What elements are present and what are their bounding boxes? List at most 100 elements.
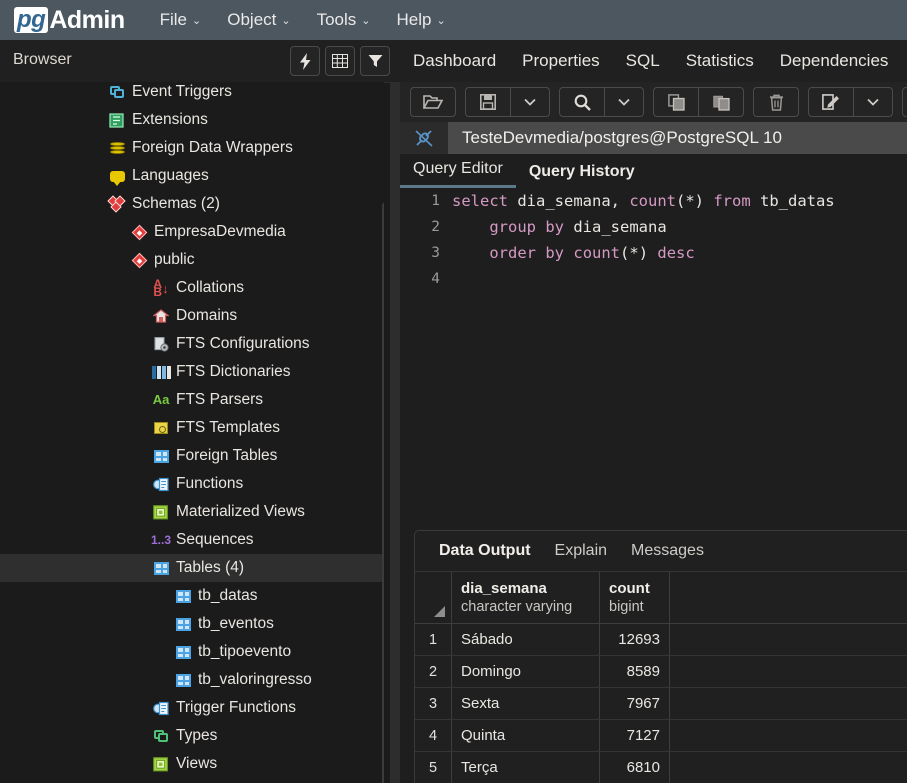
toolbar-group-save: [465, 87, 550, 117]
tree-item-empresadevmedia[interactable]: EmpresaDevmedia: [0, 218, 384, 246]
tree-item-collations[interactable]: A B ↓ Collations: [0, 274, 384, 302]
save-dropdown-caret-icon[interactable]: [511, 87, 550, 117]
tree-item-languages[interactable]: Languages: [0, 162, 384, 190]
edit-icon[interactable]: [808, 87, 854, 117]
tree-item-tb-tipoevento[interactable]: tb_tipoevento: [0, 638, 384, 666]
grid-select-all-cell[interactable]: [415, 572, 452, 623]
tab-dependencies[interactable]: Dependencies: [767, 40, 902, 82]
tab-dashboard[interactable]: Dashboard: [400, 40, 509, 82]
row-number[interactable]: 3: [415, 688, 452, 719]
tree-item-materialized-views[interactable]: Materialized Views: [0, 498, 384, 526]
menu-tools[interactable]: Tools ⌄: [308, 7, 380, 33]
row-number[interactable]: 4: [415, 720, 452, 751]
tree-item-event-triggers[interactable]: Event Triggers: [0, 82, 384, 106]
table-row[interactable]: 1 Sábado 12693: [415, 624, 907, 656]
tab-explain[interactable]: Explain: [543, 542, 619, 560]
table-row[interactable]: 3 Sexta 7967: [415, 688, 907, 720]
tree-item-fts-configurations[interactable]: FTS Configurations: [0, 330, 384, 358]
cell-dia-semana[interactable]: Sexta: [452, 688, 600, 719]
menu-file[interactable]: File ⌄: [151, 7, 211, 33]
sql-line-text[interactable]: group by dia_semana: [452, 218, 666, 236]
sql-editor[interactable]: 1 select dia_semana, count(*) from tb_dat…: [400, 188, 907, 518]
tree-item-extensions[interactable]: Extensions: [0, 106, 384, 134]
cell-count[interactable]: 8589: [600, 656, 670, 687]
tab-sql[interactable]: SQL: [613, 40, 673, 82]
cell-count[interactable]: 12693: [600, 624, 670, 655]
result-grid[interactable]: dia_semana character varying count bigin…: [415, 572, 907, 783]
paste-icon[interactable]: [699, 87, 744, 117]
vertical-splitter[interactable]: [390, 82, 400, 783]
tree-item-trigger-functions[interactable]: Trigger Functions: [0, 694, 384, 722]
tree-item-functions[interactable]: Functions: [0, 470, 384, 498]
cell-dia-semana[interactable]: Sábado: [452, 624, 600, 655]
schema-icon: [130, 223, 148, 241]
delete-icon[interactable]: [753, 87, 799, 117]
tab-properties[interactable]: Properties: [509, 40, 612, 82]
view-icon: [152, 755, 170, 773]
column-header-count[interactable]: count bigint: [600, 572, 670, 623]
tree-item-sequences[interactable]: 1..3 Sequences: [0, 526, 384, 554]
tree-item-tb-datas[interactable]: tb_datas: [0, 582, 384, 610]
table-row[interactable]: 4 Quinta 7127: [415, 720, 907, 752]
cell-dia-semana[interactable]: Domingo: [452, 656, 600, 687]
filter-icon[interactable]: [360, 46, 390, 76]
toolbar-group-edit: [808, 87, 893, 117]
tree-item-foreign-tables[interactable]: Foreign Tables: [0, 442, 384, 470]
fts-template-icon: [152, 419, 170, 437]
object-tab-strip: Dashboard Properties SQL Statistics Depe…: [400, 40, 901, 82]
tree-item-foreign-data-wrappers[interactable]: Foreign Data Wrappers: [0, 134, 384, 162]
tab-statistics[interactable]: Statistics: [673, 40, 767, 82]
filter-icon[interactable]: [902, 87, 907, 117]
sidebar-scrollbar-thumb[interactable]: [382, 202, 384, 783]
toolbar-group-filter: [902, 87, 907, 117]
tree-item-label: FTS Configurations: [176, 335, 310, 352]
cell-dia-semana[interactable]: Quinta: [452, 720, 600, 751]
tree-item-types[interactable]: Types: [0, 722, 384, 750]
tab-data-output[interactable]: Data Output: [427, 542, 543, 560]
sql-token: (*): [620, 244, 658, 262]
tree-item-tb-eventos[interactable]: tb_eventos: [0, 610, 384, 638]
tab-query-editor[interactable]: Query Editor: [400, 160, 516, 188]
menu-help[interactable]: Help ⌄: [388, 7, 455, 33]
row-number[interactable]: 2: [415, 656, 452, 687]
cell-count[interactable]: 7967: [600, 688, 670, 719]
chevron-down-icon: ⌄: [281, 14, 291, 27]
tree-item-views[interactable]: Views: [0, 750, 384, 778]
cell-count[interactable]: 7127: [600, 720, 670, 751]
object-browser-tree[interactable]: Event Triggers Extensions Foreign Data Wra…: [0, 82, 384, 783]
table-icon: [152, 559, 170, 577]
sql-line-text[interactable]: select dia_semana, count(*) from tb_data…: [452, 192, 835, 210]
tree-item-public[interactable]: public: [0, 246, 384, 274]
connection-name[interactable]: TesteDevmedia/postgres@PostgreSQL 10: [448, 122, 907, 154]
tree-item-fts-templates[interactable]: FTS Templates: [0, 414, 384, 442]
tree-item-tb-valoringresso[interactable]: tb_valoringresso: [0, 666, 384, 694]
row-number[interactable]: 5: [415, 752, 452, 783]
tree-item-tables-4[interactable]: Tables (4): [0, 554, 384, 582]
cell-filler: [670, 656, 907, 687]
find-icon[interactable]: [559, 87, 605, 117]
horizontal-splitter[interactable]: [400, 518, 907, 530]
cell-count[interactable]: 6810: [600, 752, 670, 783]
result-grid-body: 1 Sábado 12693 2 Domingo 8589 3 Sexta 7967 4 Quint…: [415, 624, 907, 783]
tree-item-fts-dictionaries[interactable]: FTS Dictionaries: [0, 358, 384, 386]
save-file-icon[interactable]: [465, 87, 511, 117]
row-number[interactable]: 1: [415, 624, 452, 655]
bolt-icon[interactable]: [290, 46, 320, 76]
copy-icon[interactable]: [653, 87, 699, 117]
table-row[interactable]: 5 Terça 6810: [415, 752, 907, 783]
open-file-icon[interactable]: [410, 87, 456, 117]
table-row[interactable]: 2 Domingo 8589: [415, 656, 907, 688]
tree-item-schemas-2[interactable]: Schemas (2): [0, 190, 384, 218]
grid-icon[interactable]: [325, 46, 355, 76]
sql-line-text[interactable]: order by count(*) desc: [452, 244, 694, 262]
find-dropdown-caret-icon[interactable]: [605, 87, 644, 117]
column-header-dia-semana[interactable]: dia_semana character varying: [452, 572, 600, 623]
tree-item-fts-parsers[interactable]: Aa FTS Parsers: [0, 386, 384, 414]
menu-object[interactable]: Object ⌄: [218, 7, 299, 33]
edit-dropdown-caret-icon[interactable]: [854, 87, 893, 117]
tree-item-domains[interactable]: Domains: [0, 302, 384, 330]
tree-item-label: EmpresaDevmedia: [154, 223, 286, 240]
cell-dia-semana[interactable]: Terça: [452, 752, 600, 783]
tab-messages[interactable]: Messages: [619, 542, 716, 560]
tab-query-history[interactable]: Query History: [516, 163, 648, 188]
